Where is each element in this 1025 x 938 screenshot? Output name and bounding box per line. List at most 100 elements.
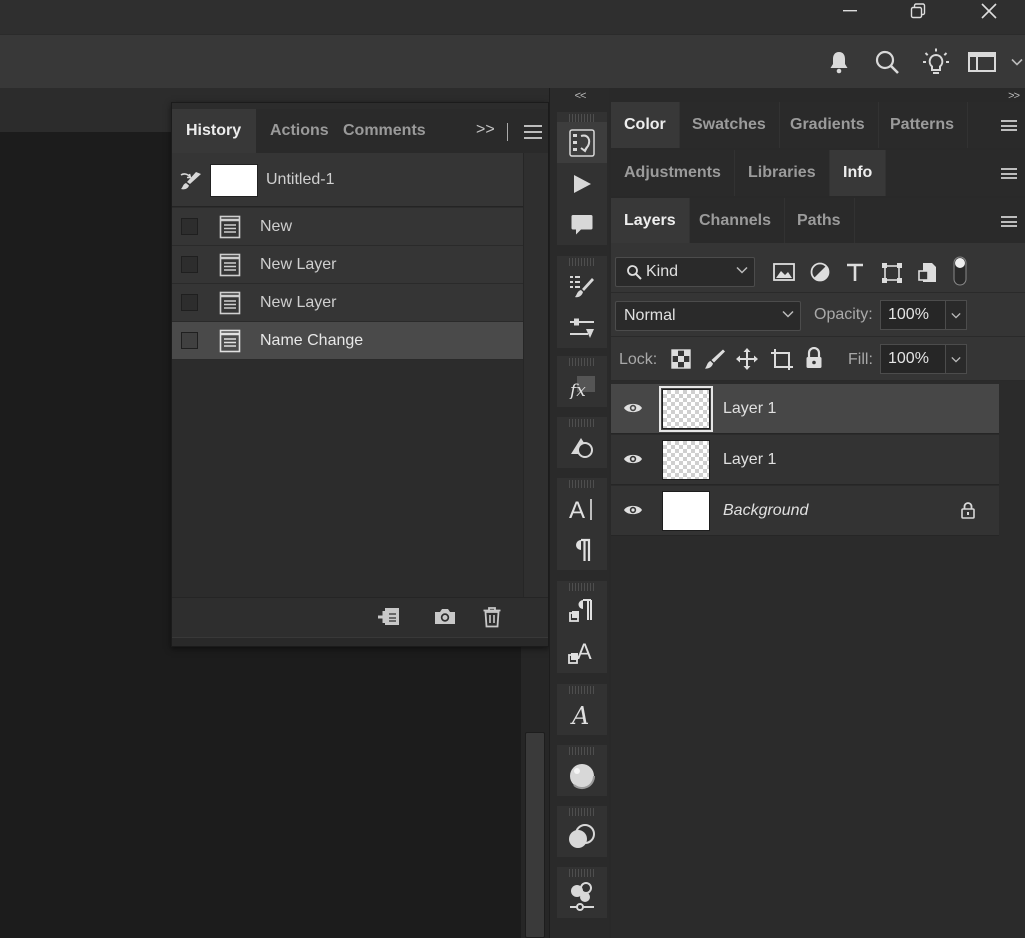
trash-icon[interactable] [482, 606, 502, 628]
lock-icon[interactable] [961, 502, 975, 519]
opacity-field[interactable]: 100% [880, 300, 946, 330]
eye-icon[interactable] [623, 401, 643, 415]
history-panel-button[interactable] [557, 122, 607, 163]
glyphs-panel-button[interactable]: A [557, 694, 607, 735]
svg-text:A: A [570, 702, 589, 728]
restore-button[interactable] [895, 0, 941, 22]
tab-gradients[interactable]: Gradients [777, 102, 879, 148]
comments-panel-button[interactable] [557, 204, 607, 245]
overlap-circles-icon [569, 823, 595, 848]
color-panel-group: Color Swatches Gradients Patterns [611, 102, 1025, 148]
close-button[interactable] [966, 0, 1012, 22]
history-panel-menu-icon[interactable] [524, 125, 542, 139]
adjustment-presets-button[interactable] [557, 307, 607, 348]
history-state-checkbox[interactable] [181, 218, 198, 235]
brush-settings-button[interactable] [557, 266, 607, 307]
character-panel-button[interactable]: A [557, 488, 607, 529]
styles-panel-button[interactable]: fx [557, 366, 607, 407]
eye-icon[interactable] [623, 503, 643, 517]
history-brush-source-icon[interactable] [179, 170, 203, 192]
history-snapshot[interactable]: Untitled-1 [172, 153, 523, 207]
history-state[interactable]: New Layer [172, 246, 523, 284]
tab-swatches[interactable]: Swatches [679, 102, 780, 148]
tab-layers[interactable]: Layers [611, 198, 690, 244]
type-layer-filter-icon[interactable] [845, 262, 865, 282]
shapes-panel-button[interactable] [557, 427, 607, 468]
opacity-slider-button[interactable] [945, 300, 967, 330]
blend-mode-select[interactable]: Normal [615, 301, 801, 331]
lock-all-icon[interactable] [805, 347, 823, 369]
history-state-checkbox[interactable] [181, 256, 198, 273]
options-bar [0, 34, 1025, 88]
channel-mixer-button[interactable] [557, 816, 607, 857]
history-state-selected[interactable]: Name Change [172, 322, 523, 360]
history-state-doc-icon [219, 253, 241, 276]
history-scrollbar[interactable] [523, 153, 548, 597]
dock-group-3d [557, 417, 607, 468]
history-resize-grip[interactable] [172, 637, 548, 646]
fill-slider-button[interactable] [945, 344, 967, 374]
character-styles-button[interactable]: A [557, 632, 607, 673]
actions-panel-button[interactable] [557, 163, 607, 204]
minimize-button[interactable] [827, 0, 873, 22]
notifications-button[interactable] [826, 35, 852, 89]
blend-row: Normal Opacity: 100% [611, 293, 1025, 337]
paragraph-panel-button[interactable] [557, 529, 607, 570]
scrollbar-thumb[interactable] [525, 732, 545, 938]
layer-row[interactable]: Layer 1 [611, 384, 999, 434]
camera-icon[interactable] [433, 606, 457, 626]
smart-object-filter-icon[interactable] [918, 262, 938, 284]
workspace-button[interactable] [966, 35, 998, 89]
paragraph-styles-button[interactable] [557, 591, 607, 632]
properties-panel-button[interactable] [557, 877, 607, 918]
color-panel-menu-icon[interactable] [1001, 120, 1017, 131]
filter-kind-select[interactable]: Kind [615, 257, 755, 287]
tab-paths[interactable]: Paths [784, 198, 855, 244]
history-state-checkbox[interactable] [181, 294, 198, 311]
layer-name[interactable]: Layer 1 [723, 451, 776, 469]
tab-libraries[interactable]: Libraries [735, 150, 830, 196]
materials-panel-button[interactable] [557, 755, 607, 796]
filter-kind-value: Kind [646, 263, 679, 280]
collapsed-panel-dock: << fx A A A [549, 88, 609, 938]
layer-name[interactable]: Layer 1 [723, 400, 776, 418]
lock-image-pixels-icon[interactable] [704, 348, 726, 370]
tab-history[interactable]: History [172, 109, 256, 153]
new-document-from-state-icon[interactable] [377, 606, 403, 628]
shape-layer-filter-icon[interactable] [881, 262, 903, 284]
workspace-dropdown[interactable] [1009, 35, 1025, 89]
collapse-dock-button[interactable]: << [550, 88, 610, 104]
discover-button[interactable] [921, 35, 951, 89]
tab-color[interactable]: Color [611, 102, 680, 148]
lock-transparent-pixels-icon[interactable] [671, 349, 691, 369]
layer-row[interactable]: Layer 1 [611, 435, 999, 485]
eye-icon[interactable] [623, 452, 643, 466]
panel-overflow-button[interactable]: >> [476, 121, 495, 139]
adjustments-panel-menu-icon[interactable] [1001, 168, 1017, 179]
history-state-checkbox[interactable] [181, 332, 198, 349]
adjustment-layer-filter-icon[interactable] [810, 262, 830, 282]
fill-field[interactable]: 100% [880, 344, 946, 374]
history-state-label: New Layer [260, 293, 337, 311]
filter-toggle-icon[interactable] [953, 256, 967, 286]
tab-comments[interactable]: Comments [329, 109, 440, 153]
pixel-layer-filter-icon[interactable] [773, 263, 795, 281]
tab-info[interactable]: Info [830, 150, 887, 196]
dock-group-history [557, 112, 607, 245]
dock-group-channels [557, 806, 607, 857]
lock-artboard-icon[interactable] [770, 348, 794, 370]
layer-name[interactable]: Background [723, 502, 808, 520]
tab-channels[interactable]: Channels [686, 198, 786, 244]
history-state[interactable]: New [172, 208, 523, 246]
layer-row-background[interactable]: Background [611, 486, 999, 536]
layers-panel-menu-icon[interactable] [1001, 216, 1017, 227]
tab-patterns[interactable]: Patterns [877, 102, 969, 148]
tab-adjustments[interactable]: Adjustments [611, 150, 735, 196]
search-button[interactable] [873, 35, 901, 89]
history-empty-area [172, 361, 523, 597]
dock-group-styles: fx [557, 356, 607, 407]
dock-group-glyphs: A [557, 684, 607, 735]
layers-panel: Kind Normal Opacity: 100% Lock: Fill: 10… [611, 243, 1025, 938]
history-state[interactable]: New Layer [172, 284, 523, 322]
lock-position-icon[interactable] [736, 348, 758, 370]
